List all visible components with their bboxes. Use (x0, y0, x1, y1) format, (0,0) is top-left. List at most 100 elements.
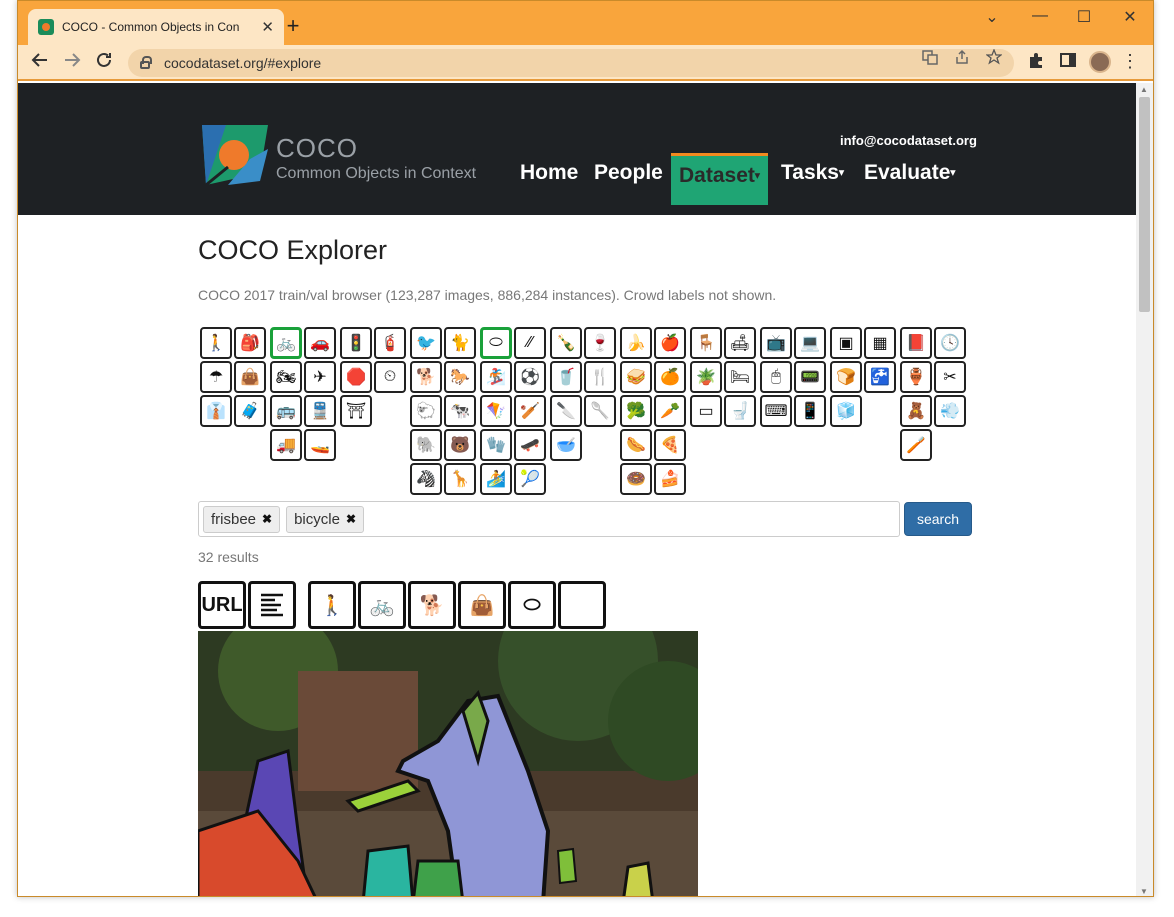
orange-icon[interactable]: 🍊 (654, 361, 686, 393)
tennis-racket-icon[interactable]: 🎾 (514, 463, 546, 495)
airplane-icon[interactable]: ✈ (304, 361, 336, 393)
couch-icon[interactable]: 🛋 (724, 327, 756, 359)
tie-icon[interactable]: 👔 (200, 395, 232, 427)
nav-dataset[interactable]: Dataset▾ (671, 153, 768, 205)
captions-icon[interactable] (248, 581, 296, 629)
bear-icon[interactable]: 🐻 (444, 429, 476, 461)
clock-icon[interactable]: 🕓 (934, 327, 966, 359)
person-icon[interactable]: 🚶 (200, 327, 232, 359)
fork-icon[interactable]: 🍴 (584, 361, 616, 393)
address-bar[interactable]: cocodataset.org/#explore (128, 49, 1014, 77)
broccoli-icon[interactable]: 🥦 (620, 395, 652, 427)
wine-glass-icon[interactable]: 🍷 (584, 327, 616, 359)
horse-icon[interactable]: 🐎 (444, 361, 476, 393)
elephant-icon[interactable]: 🐘 (410, 429, 442, 461)
bird-icon[interactable]: 🐦 (410, 327, 442, 359)
url-text[interactable]: cocodataset.org/#explore (164, 55, 321, 71)
vase-icon[interactable]: 🏺 (900, 361, 932, 393)
car-icon[interactable]: 🚗 (304, 327, 336, 359)
scrollbar-thumb[interactable] (1139, 97, 1150, 312)
search-button[interactable]: search (904, 502, 972, 536)
giraffe-icon[interactable]: 🦒 (444, 463, 476, 495)
fire-hydrant-icon[interactable]: 🧯 (374, 327, 406, 359)
boat-icon[interactable]: 🚤 (304, 429, 336, 461)
skateboard-icon[interactable]: 🛹 (514, 429, 546, 461)
browser-tab[interactable]: COCO - Common Objects in Con ✕ (28, 9, 284, 45)
maximize-button[interactable]: ☐ (1062, 7, 1106, 27)
reload-icon[interactable] (92, 51, 116, 75)
bowl-icon[interactable]: 🥣 (550, 429, 582, 461)
frisbee-filter-icon[interactable]: ⬭ (508, 581, 556, 629)
tab-close-icon[interactable]: ✕ (261, 18, 274, 36)
motorcycle-icon[interactable]: 🏍 (270, 361, 302, 393)
scroll-down-icon[interactable]: ▼ (1140, 887, 1148, 896)
remove-tag-icon[interactable]: ✖ (346, 512, 356, 526)
remote-icon[interactable]: 📟 (794, 361, 826, 393)
microwave-icon[interactable]: ▣ (830, 327, 862, 359)
laptop-icon[interactable]: 💻 (794, 327, 826, 359)
contact-email-link[interactable]: info@cocodataset.org (840, 133, 977, 148)
person-filter-icon[interactable]: 🚶 (308, 581, 356, 629)
backpack-icon[interactable]: 🎒 (234, 327, 266, 359)
bed-icon[interactable]: 🛏 (724, 361, 756, 393)
truck-icon[interactable]: 🚚 (270, 429, 302, 461)
skis-icon[interactable]: ⁄⁄ (514, 327, 546, 359)
scissors-icon[interactable]: ✂ (934, 361, 966, 393)
toothbrush-icon[interactable]: 🪥 (900, 429, 932, 461)
potted-plant-icon[interactable]: 🪴 (690, 361, 722, 393)
nav-dataset-label[interactable]: Dataset▾ (671, 153, 768, 205)
bicycle-icon[interactable]: 🚲 (270, 327, 302, 359)
translate-icon[interactable] (922, 49, 938, 68)
parking-meter-icon[interactable]: ⏲ (374, 361, 406, 393)
suitcase-icon[interactable]: 🧳 (234, 395, 266, 427)
donut-icon[interactable]: 🍩 (620, 463, 652, 495)
bench-icon[interactable]: ⛩ (340, 395, 372, 427)
nav-evaluate[interactable]: Evaluate▾ (856, 153, 963, 205)
logo-subtitle[interactable]: Common Objects in Context (276, 165, 476, 183)
mouse-icon[interactable]: 🖱 (760, 361, 792, 393)
toilet-icon[interactable]: 🚽 (724, 395, 756, 427)
bookmark-star-icon[interactable] (985, 48, 1003, 68)
surfboard-icon[interactable]: 🏄 (480, 463, 512, 495)
nav-people[interactable]: People (586, 153, 671, 205)
chair-icon[interactable]: 🪑 (690, 327, 722, 359)
hot-dog-icon[interactable]: 🌭 (620, 429, 652, 461)
nav-people-label[interactable]: People (586, 153, 671, 205)
frisbee-icon[interactable]: ⬭ (480, 327, 512, 359)
cat-icon[interactable]: 🐈 (444, 327, 476, 359)
pizza-icon[interactable]: 🍕 (654, 429, 686, 461)
apple-icon[interactable]: 🍎 (654, 327, 686, 359)
nav-home[interactable]: Home (512, 153, 586, 205)
back-arrow-icon[interactable] (28, 51, 52, 75)
new-tab-button[interactable]: + (280, 13, 306, 39)
banana-icon[interactable]: 🍌 (620, 327, 652, 359)
extensions-puzzle-icon[interactable] (1024, 51, 1048, 75)
page-scrollbar[interactable]: ▲ ▼ (1136, 83, 1153, 896)
sandwich-icon[interactable]: 🥪 (620, 361, 652, 393)
bus-icon[interactable]: 🚌 (270, 395, 302, 427)
bottle-icon[interactable]: 🍾 (550, 327, 582, 359)
handbag-icon[interactable]: 👜 (234, 361, 266, 393)
nav-tasks-label[interactable]: Tasks▾ (773, 153, 852, 205)
dining-table-icon[interactable]: ▭ (690, 395, 722, 427)
minimize-button[interactable]: — (1018, 7, 1062, 25)
refrigerator-icon[interactable]: 🧊 (830, 395, 862, 427)
teddy-bear-icon[interactable]: 🧸 (900, 395, 932, 427)
keyboard-icon[interactable]: ⌨ (760, 395, 792, 427)
carrot-icon[interactable]: 🥕 (654, 395, 686, 427)
tv-icon[interactable]: 📺 (760, 327, 792, 359)
share-icon[interactable] (954, 49, 970, 68)
result-image[interactable] (198, 631, 698, 897)
nav-tasks[interactable]: Tasks▾ (773, 153, 852, 205)
remove-tag-icon[interactable]: ✖ (262, 512, 272, 526)
cake-icon[interactable]: 🍰 (654, 463, 686, 495)
side-panel-icon[interactable] (1056, 51, 1080, 75)
close-window-button[interactable]: ✕ (1108, 7, 1152, 27)
zebra-icon[interactable]: 🦓 (410, 463, 442, 495)
scroll-up-icon[interactable]: ▲ (1140, 85, 1148, 94)
coco-logo-icon[interactable] (198, 123, 270, 187)
hair-drier-icon[interactable]: 💨 (934, 395, 966, 427)
url-button[interactable]: URL (198, 581, 246, 629)
logo-title[interactable]: COCO (276, 133, 358, 164)
train-icon[interactable]: 🚆 (304, 395, 336, 427)
